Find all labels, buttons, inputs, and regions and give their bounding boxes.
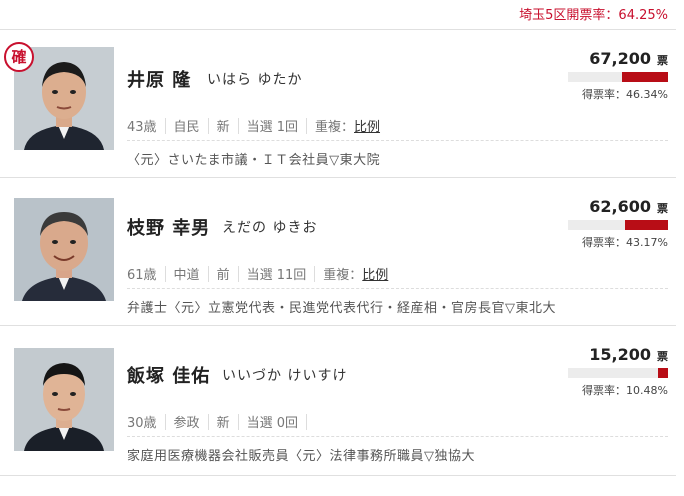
vote-bar-fill: [624, 220, 668, 230]
candidate-photo: [14, 348, 114, 451]
career: 弁護士〈元〉立憲党代表・民進党代表代行・経産相・官房長官▽東北大: [127, 301, 556, 316]
vote-rate: 得票率：46.34%: [582, 88, 668, 101]
candidate-name: 枝野 幸男: [127, 218, 211, 239]
status: 新: [216, 416, 230, 431]
age: 61歳: [127, 268, 157, 283]
vote-count: 62,600 票: [589, 197, 668, 216]
candidate-kana: えだの ゆきお: [222, 220, 318, 236]
vote-number: 67,200: [589, 49, 651, 68]
win-count: 当選 1回: [246, 120, 298, 135]
age: 30歳: [127, 416, 157, 431]
vote-bar-fill: [621, 72, 668, 82]
candidate-meta: 30歳 参政 新 当選 0回: [127, 412, 315, 431]
candidate-photo: [14, 198, 114, 301]
vote-unit: 票: [657, 350, 668, 363]
opening-rate: 埼玉5区開票率：64.25%: [519, 8, 668, 23]
vote-count: 15,200 票: [589, 345, 668, 364]
vote-bar-fill: [657, 368, 668, 378]
vote-count: 67,200 票: [589, 49, 668, 68]
candidate-name: 飯塚 佳佑: [127, 366, 211, 387]
proportional-link[interactable]: 比例: [354, 116, 380, 135]
candidate-kana: いいづか けいすけ: [222, 368, 348, 384]
vote-number: 62,600: [589, 197, 651, 216]
vote-bar: [568, 368, 668, 378]
vote-unit: 票: [657, 202, 668, 215]
vote-rate: 得票率：43.17%: [582, 236, 668, 249]
candidate-kana: いはら ゆたか: [207, 72, 303, 88]
party: 自民: [173, 120, 200, 135]
vote-unit: 票: [657, 54, 668, 67]
divider: [127, 436, 668, 437]
win-count: 当選 11回: [246, 268, 307, 283]
status: 新: [216, 120, 230, 135]
candidate-card: 確 井原 隆 いはら ゆたか 43歳 自民 新 当選 1回 重複： 比例 〈元〉さ…: [0, 30, 676, 178]
candidate-card: 飯塚 佳佑 いいづか けいすけ 30歳 参政 新 当選 0回 家庭用医療機器会社…: [0, 326, 676, 476]
candidate-card: 枝野 幸男 えだの ゆきお 61歳 中道 前 当選 11回 重複： 比例 弁護士〈…: [0, 178, 676, 326]
career: 家庭用医療機器会社販売員〈元〉法律事務所職員▽独協大: [127, 449, 475, 464]
candidate-meta: 61歳 中道 前 当選 11回 重複： 比例: [127, 264, 388, 283]
vote-bar: [568, 220, 668, 230]
elected-badge: 確: [4, 42, 34, 72]
party: 中道: [173, 268, 200, 283]
divider: [127, 140, 668, 141]
divider: [127, 288, 668, 289]
party: 参政: [173, 416, 200, 431]
win-count: 当選 0回: [246, 416, 298, 431]
vote-number: 15,200: [589, 345, 651, 364]
vote-rate: 得票率：10.48%: [582, 384, 668, 397]
candidate-name: 井原 隆: [127, 70, 192, 91]
age: 43歳: [127, 120, 157, 135]
proportional-link[interactable]: 比例: [362, 264, 388, 283]
duplicate-label: 重複：: [314, 120, 354, 135]
vote-bar: [568, 72, 668, 82]
duplicate-label: 重複：: [323, 268, 363, 283]
candidate-meta: 43歳 自民 新 当選 1回 重複： 比例: [127, 116, 380, 135]
status: 前: [216, 268, 230, 283]
career: 〈元〉さいたま市議・ＩＴ会社員▽東大院: [127, 153, 381, 168]
